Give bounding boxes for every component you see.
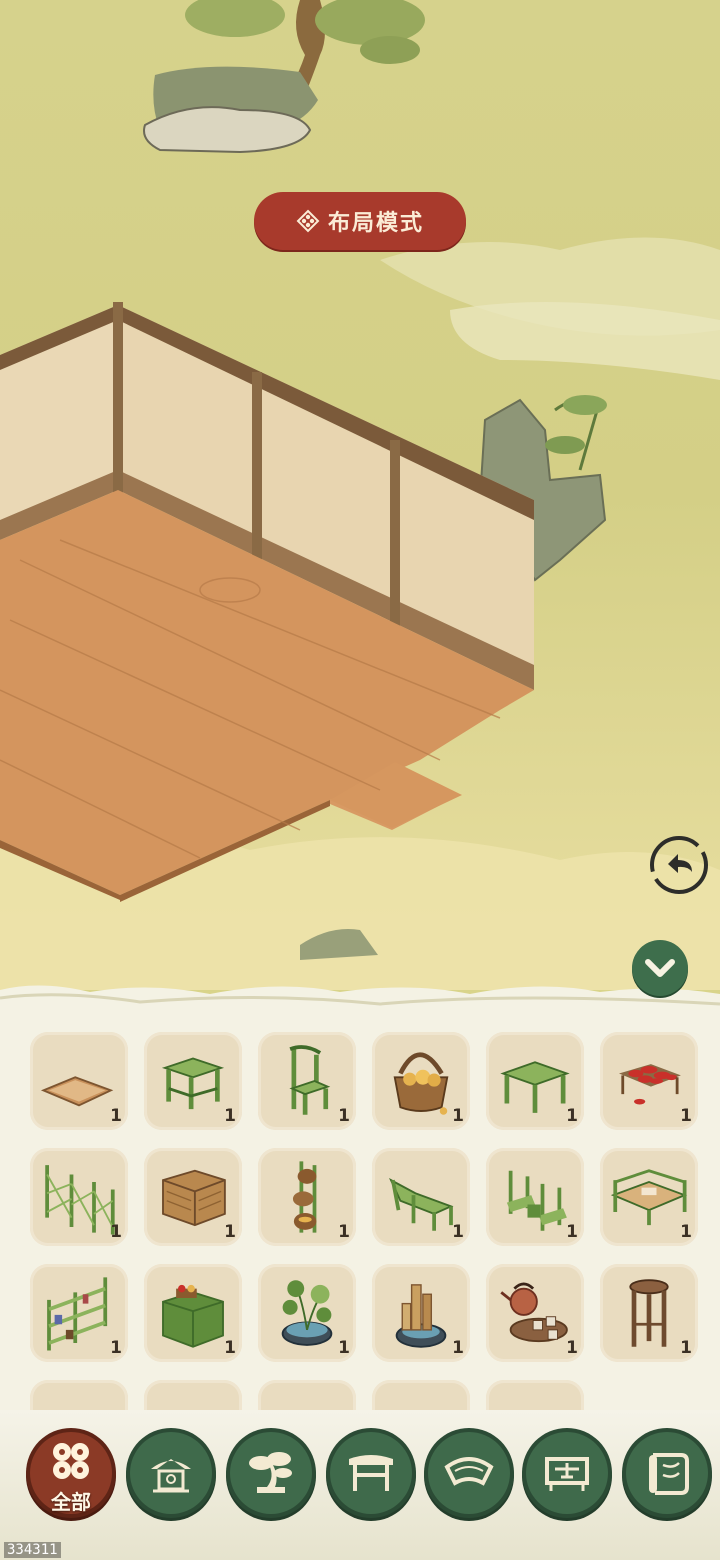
- item-quantity: 1: [452, 1338, 464, 1358]
- bonsai-tree-icon: [249, 1452, 292, 1493]
- scroll-icon: [649, 1453, 689, 1495]
- inventory-item[interactable]: 1: [144, 1264, 242, 1362]
- inventory-grid: 1 1 1 1 1 1 1 1 1 1 1 1 1 1 1 1 1 1: [30, 1032, 698, 1412]
- category-tab-screen[interactable]: [526, 1432, 608, 1514]
- item-quantity: 1: [566, 1222, 578, 1242]
- inventory-item[interactable]: 1: [258, 1264, 356, 1362]
- inventory-item[interactable]: 1: [144, 1032, 242, 1130]
- item-quantity: 1: [110, 1338, 122, 1358]
- item-quantity: 1: [338, 1106, 350, 1126]
- inventory-item[interactable]: [258, 1380, 356, 1412]
- undo-icon: [650, 836, 708, 894]
- item-quantity: 1: [566, 1338, 578, 1358]
- category-tab-bar: 全部: [0, 1410, 720, 1560]
- screen-icon: [545, 1457, 589, 1491]
- inventory-item[interactable]: [144, 1380, 242, 1412]
- room-scene[interactable]: [0, 0, 720, 990]
- inventory-item[interactable]: 1: [372, 1148, 470, 1246]
- inventory-item[interactable]: 1: [30, 1148, 128, 1246]
- inventory-item[interactable]: 1: [372, 1264, 470, 1362]
- inventory-item[interactable]: [486, 1380, 584, 1412]
- inventory-item[interactable]: [372, 1380, 470, 1412]
- undo-button[interactable]: [648, 834, 710, 896]
- watermark-id: 334311: [4, 1542, 61, 1558]
- item-quantity: 1: [452, 1222, 464, 1242]
- inventory-item[interactable]: 1: [258, 1148, 356, 1246]
- item-quantity: 1: [452, 1106, 464, 1126]
- layout-mode-label: 布局模式: [327, 210, 424, 236]
- inventory-item[interactable]: 1: [600, 1264, 698, 1362]
- pavilion-icon: [151, 1459, 191, 1493]
- item-quantity: 1: [110, 1222, 122, 1242]
- diamond-icon: [296, 209, 320, 233]
- fan-icon: [444, 1457, 494, 1486]
- item-quantity: 1: [110, 1106, 122, 1126]
- item-quantity: 1: [566, 1106, 578, 1126]
- category-tab-all-grid[interactable]: 全部: [30, 1432, 112, 1514]
- all-grid-icon: [53, 1443, 89, 1479]
- inventory-item[interactable]: [30, 1380, 128, 1412]
- item-quantity: 1: [680, 1338, 692, 1358]
- inventory-item[interactable]: 1: [372, 1032, 470, 1130]
- item-quantity: 1: [338, 1222, 350, 1242]
- inventory-item[interactable]: 1: [486, 1032, 584, 1130]
- inventory-item[interactable]: 1: [486, 1264, 584, 1362]
- item-quantity: 1: [680, 1222, 692, 1242]
- collapse-panel-button[interactable]: [632, 940, 688, 996]
- tab-label: 全部: [51, 1490, 91, 1514]
- inventory-item[interactable]: 1: [144, 1148, 242, 1246]
- category-tab-table[interactable]: [330, 1432, 412, 1514]
- inventory-item[interactable]: 1: [258, 1032, 356, 1130]
- item-quantity: 1: [224, 1222, 236, 1242]
- item-quantity: 1: [680, 1106, 692, 1126]
- item-quantity: 1: [224, 1106, 236, 1126]
- table-icon: [349, 1455, 393, 1491]
- inventory-item[interactable]: 1: [30, 1264, 128, 1362]
- inventory-item[interactable]: 1: [600, 1148, 698, 1246]
- item-quantity: 1: [338, 1338, 350, 1358]
- item-quantity: 1: [224, 1338, 236, 1358]
- category-tab-bonsai-tree[interactable]: [230, 1432, 312, 1514]
- inventory-item[interactable]: 1: [600, 1032, 698, 1130]
- category-tab-scroll[interactable]: [626, 1432, 708, 1514]
- layout-mode-button[interactable]: 布局模式: [254, 192, 466, 250]
- chevron-down-icon: [645, 959, 675, 977]
- inventory-item[interactable]: 1: [30, 1032, 128, 1130]
- inventory-item[interactable]: 1: [486, 1148, 584, 1246]
- category-tab-fan[interactable]: [428, 1432, 510, 1514]
- category-tab-pavilion[interactable]: [130, 1432, 212, 1514]
- rock-decoration: [143, 66, 318, 154]
